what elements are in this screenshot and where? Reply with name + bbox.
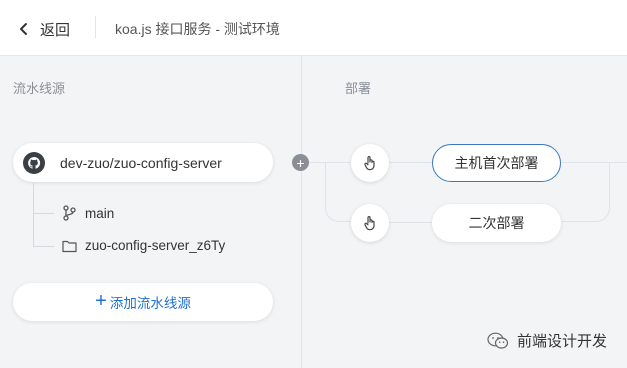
directory-item: zuo-config-server_z6Ty — [62, 238, 225, 253]
watermark-text: 前端设计开发 — [517, 333, 608, 350]
column-divider — [301, 56, 302, 368]
deploy-job-first[interactable]: 主机首次部署 — [432, 144, 561, 182]
top-bar: 返回 koa.js 接口服务 - 测试环境 — [0, 0, 627, 56]
directory-name: zuo-config-server_z6Ty — [85, 238, 226, 253]
page-title: koa.js 接口服务 - 测试环境 — [115, 21, 280, 37]
hand-pointer-icon — [364, 216, 375, 231]
branch-name: main — [85, 205, 115, 221]
add-stage-button[interactable]: + — [292, 154, 309, 171]
manual-trigger-button[interactable] — [351, 144, 389, 182]
connector-line — [309, 162, 352, 163]
git-branch-icon — [63, 205, 76, 221]
back-button[interactable]: 返回 — [18, 18, 70, 40]
watermark: 前端设计开发 — [487, 330, 607, 351]
plus-icon: + — [95, 290, 107, 312]
chevron-left-icon — [20, 23, 27, 35]
branch-item: main — [62, 205, 114, 221]
header-divider — [95, 16, 96, 38]
connector-line — [389, 162, 432, 163]
repo-name: dev-zuo/zuo-config-server — [60, 154, 222, 171]
back-label: 返回 — [40, 21, 71, 39]
connector-line — [389, 222, 432, 223]
connector-curve — [562, 162, 610, 222]
deploy-job-second[interactable]: 二次部署 — [432, 204, 561, 242]
manual-trigger-button[interactable] — [351, 204, 389, 242]
add-source-label: 添加流水线源 — [109, 296, 191, 311]
github-icon — [23, 151, 45, 174]
connector-curve — [325, 190, 351, 222]
tree-connector — [33, 182, 54, 214]
hand-pointer-icon — [364, 156, 375, 171]
pipeline-source-card[interactable]: dev-zuo/zuo-config-server — [13, 143, 273, 182]
plus-icon: + — [296, 154, 305, 171]
pipeline-sources-label: 流水线源 — [13, 81, 66, 96]
wechat-logo-icon — [487, 332, 509, 349]
add-pipeline-source-button[interactable]: + 添加流水线源 — [13, 283, 273, 321]
tree-connector — [33, 213, 54, 247]
deploy-label: 部署 — [345, 81, 372, 96]
folder-icon — [62, 240, 77, 252]
